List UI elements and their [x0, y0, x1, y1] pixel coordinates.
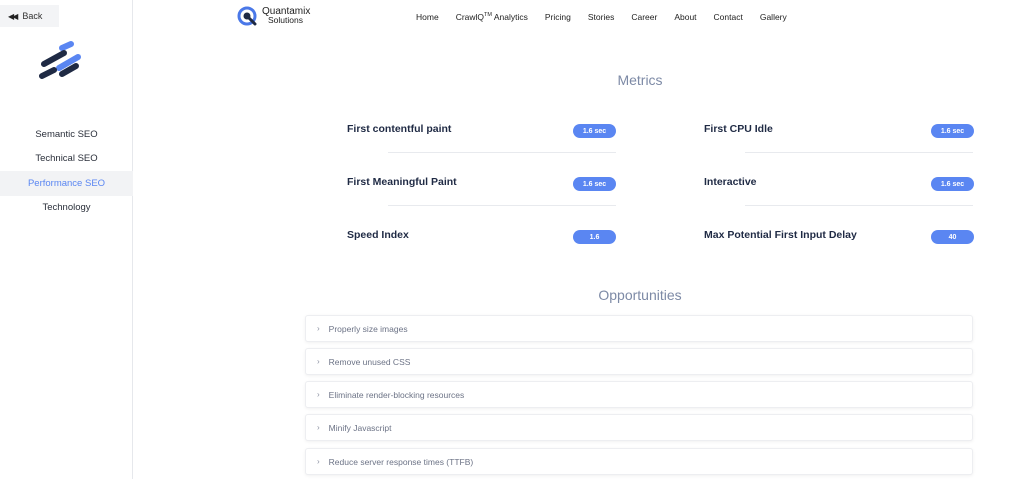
metric-label: Speed Index — [347, 229, 409, 241]
sidebar-item-semantic-seo[interactable]: Semantic SEO — [0, 122, 133, 147]
metric-label: Interactive — [704, 176, 757, 188]
nav-stories[interactable]: Stories — [588, 12, 614, 22]
chevron-right-icon: › — [317, 324, 320, 333]
metric-value-badge: 40 — [931, 230, 974, 244]
sidebar-item-label: Performance SEO — [27, 177, 106, 189]
nav-gallery[interactable]: Gallery — [760, 12, 787, 22]
double-chevron-left-icon: ◀◀ — [8, 11, 18, 21]
opportunity-accordion-item[interactable]: › Eliminate render-blocking resources — [305, 381, 973, 408]
nav-home[interactable]: Home — [416, 12, 439, 22]
metric-value-badge: 1.6 sec — [573, 124, 616, 138]
chevron-right-icon: › — [317, 357, 320, 366]
nav-crawliq-suffix: Analytics — [491, 12, 528, 22]
nav-pricing[interactable]: Pricing — [545, 12, 571, 22]
sidebar-item-label: Technology — [42, 202, 91, 214]
sidebar-item-technical-seo[interactable]: Technical SEO — [0, 147, 133, 172]
sidebar: ◀◀ Back Semantic SEO Technical SEO Perfo… — [0, 0, 133, 479]
metric-label: First contentful paint — [347, 123, 452, 135]
nav-crawliq-text: CrawlQ — [455, 12, 485, 22]
metric-value-badge: 1.6 — [573, 230, 616, 244]
chevron-right-icon: › — [317, 390, 320, 399]
quantamix-logo-icon — [237, 6, 257, 26]
chevron-right-icon: › — [317, 423, 320, 432]
opportunity-label: Remove unused CSS — [328, 356, 411, 367]
sidebar-item-technology[interactable]: Technology — [0, 196, 133, 221]
company-name: Quantamix Solutions — [262, 7, 310, 25]
opportunity-label: Eliminate render-blocking resources — [328, 389, 465, 400]
metric-value-badge: 1.6 sec — [573, 177, 616, 191]
sidebar-item-performance-seo[interactable]: Performance SEO — [0, 171, 133, 196]
opportunity-accordion-item[interactable]: › Reduce server response times (TTFB) — [305, 448, 973, 475]
brand-logo — [39, 41, 81, 79]
opportunities-title: Opportunities — [598, 287, 682, 303]
opportunity-label: Reduce server response times (TTFB) — [328, 456, 474, 467]
divider — [745, 152, 973, 153]
back-button[interactable]: ◀◀ Back — [0, 5, 59, 27]
metric-value-badge: 1.6 sec — [931, 177, 974, 191]
divider — [388, 205, 616, 206]
divider — [388, 152, 616, 153]
main-nav: Home CrawlQTM Analytics Pricing Stories … — [416, 12, 787, 22]
sidebar-nav: Semantic SEO Technical SEO Performance S… — [0, 122, 133, 220]
back-label: Back — [22, 11, 43, 21]
opportunity-accordion-item[interactable]: › Minify Javascript — [305, 414, 973, 441]
metric-label: Max Potential First Input Delay — [704, 229, 857, 241]
nav-about[interactable]: About — [674, 12, 696, 22]
metric-label: First Meaningful Paint — [347, 176, 457, 188]
brand-line2: Solutions — [268, 15, 303, 25]
opportunity-label: Minify Javascript — [328, 422, 392, 433]
nav-crawliq-analytics[interactable]: CrawlQTM Analytics — [456, 12, 528, 22]
opportunity-accordion-item[interactable]: › Remove unused CSS — [305, 348, 973, 375]
opportunity-accordion-item[interactable]: › Properly size images — [305, 315, 973, 342]
metric-label: First CPU Idle — [704, 123, 773, 135]
metric-value-badge: 1.6 sec — [931, 124, 974, 138]
opportunity-label: Properly size images — [328, 323, 408, 334]
sidebar-item-label: Semantic SEO — [35, 128, 98, 140]
top-navbar: Quantamix Solutions Home CrawlQTM Analyt… — [133, 0, 1024, 36]
chevron-right-icon: › — [317, 457, 320, 466]
divider — [745, 205, 973, 206]
company-logo[interactable]: Quantamix Solutions — [237, 6, 310, 26]
metrics-title: Metrics — [617, 72, 663, 88]
sidebar-item-label: Technical SEO — [35, 153, 98, 165]
trademark-sup: TM — [484, 12, 492, 19]
nav-contact[interactable]: Contact — [714, 12, 743, 22]
nav-career[interactable]: Career — [631, 12, 657, 22]
